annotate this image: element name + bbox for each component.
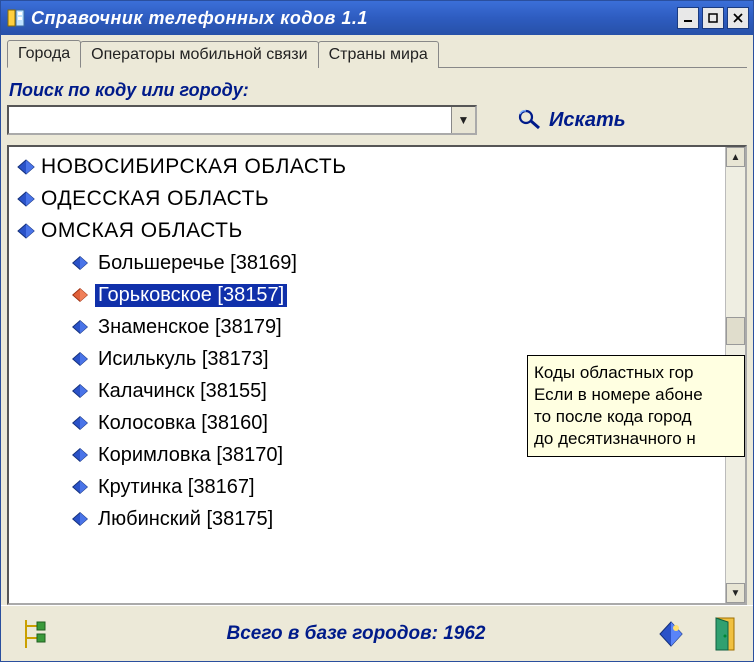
titlebar: Справочник телефонных кодов 1.1 [1, 1, 753, 35]
tree-item-label: Коримловка [38170] [95, 444, 286, 467]
tree-panel: НОВОСИБИРСКАЯ ОБЛАСТЬ ОДЕССКАЯ ОБЛАСТЬ О… [7, 145, 747, 605]
tree-region[interactable]: НОВОСИБИРСКАЯ ОБЛАСТЬ [9, 151, 725, 183]
scroll-thumb[interactable] [726, 317, 745, 345]
tab-strip: Города Операторы мобильной связи Страны … [7, 39, 747, 68]
book-icon [15, 220, 37, 242]
search-button[interactable]: Искать [517, 108, 626, 133]
tree-item-label: Калачинск [38155] [95, 380, 270, 403]
book-icon [69, 348, 91, 370]
status-text: Всего в базе городов: 1962 [59, 623, 653, 645]
tree-item-label: Крутинка [38167] [95, 476, 258, 499]
magnifier-icon [517, 108, 543, 133]
exit-button[interactable] [707, 614, 743, 654]
book-icon [69, 444, 91, 466]
tree-item-label: НОВОСИБИРСКАЯ ОБЛАСТЬ [41, 155, 346, 179]
app-icon [7, 9, 25, 27]
book-icon [69, 508, 91, 530]
close-button[interactable] [727, 7, 749, 29]
search-label: Поиск по коду или городу: [9, 80, 747, 101]
search-button-label: Искать [549, 109, 626, 132]
tooltip-line: то после кода город [534, 406, 738, 428]
tree-city[interactable]: Крутинка [38167] [9, 471, 725, 503]
tree-item-label: ОДЕССКАЯ ОБЛАСТЬ [41, 187, 269, 211]
book-icon [69, 476, 91, 498]
tree-mode-button[interactable] [11, 616, 59, 652]
book-icon [69, 412, 91, 434]
scroll-down-button[interactable]: ▼ [726, 583, 745, 603]
tree-item-label: Большеречье [38169] [95, 252, 300, 275]
tooltip: Коды областных гор Если в номере абоне т… [527, 355, 745, 457]
book-icon [15, 156, 37, 178]
tree-city[interactable]: Горьковское [38157] [9, 279, 725, 311]
combo-dropdown-button[interactable]: ▼ [451, 107, 475, 133]
tree-item-label: Исилькуль [38173] [95, 348, 272, 371]
book-icon [15, 188, 37, 210]
tree-item-label: ОМСКАЯ ОБЛАСТЬ [41, 219, 243, 243]
search-input[interactable] [9, 107, 451, 133]
client-area: Города Операторы мобильной связи Страны … [1, 35, 753, 605]
tree-region[interactable]: ОДЕССКАЯ ОБЛАСТЬ [9, 183, 725, 215]
tooltip-line: Если в номере абоне [534, 384, 738, 406]
tree-city[interactable]: Знаменское [38179] [9, 311, 725, 343]
tree-item-label: Знаменское [38179] [95, 316, 285, 339]
maximize-button[interactable] [702, 7, 724, 29]
app-window: Справочник телефонных кодов 1.1 Города О… [0, 0, 754, 662]
book-icon [69, 380, 91, 402]
tree-city[interactable]: Любинский [38175] [9, 503, 725, 535]
tree-item-label: Горьковское [38157] [95, 284, 287, 307]
tree-item-label: Колосовка [38160] [95, 412, 271, 435]
tooltip-line: Коды областных гор [534, 362, 738, 384]
statusbar: Всего в базе городов: 1962 [1, 605, 753, 661]
book-open-icon [69, 284, 91, 306]
tab-cities[interactable]: Города [7, 40, 81, 68]
tree-city[interactable]: Большеречье [38169] [9, 247, 725, 279]
scroll-up-button[interactable]: ▲ [726, 147, 745, 167]
book-icon [69, 252, 91, 274]
search-combo[interactable]: ▼ [7, 105, 477, 135]
help-button[interactable] [653, 614, 689, 654]
tab-operators[interactable]: Операторы мобильной связи [80, 41, 318, 68]
book-icon [69, 316, 91, 338]
minimize-button[interactable] [677, 7, 699, 29]
tab-countries[interactable]: Страны мира [318, 41, 439, 68]
search-row: ▼ Искать [7, 105, 747, 135]
tooltip-line: до десятизначного н [534, 428, 738, 450]
window-title: Справочник телефонных кодов 1.1 [31, 8, 674, 29]
tree-item-label: Любинский [38175] [95, 508, 276, 531]
tree-region[interactable]: ОМСКАЯ ОБЛАСТЬ [9, 215, 725, 247]
